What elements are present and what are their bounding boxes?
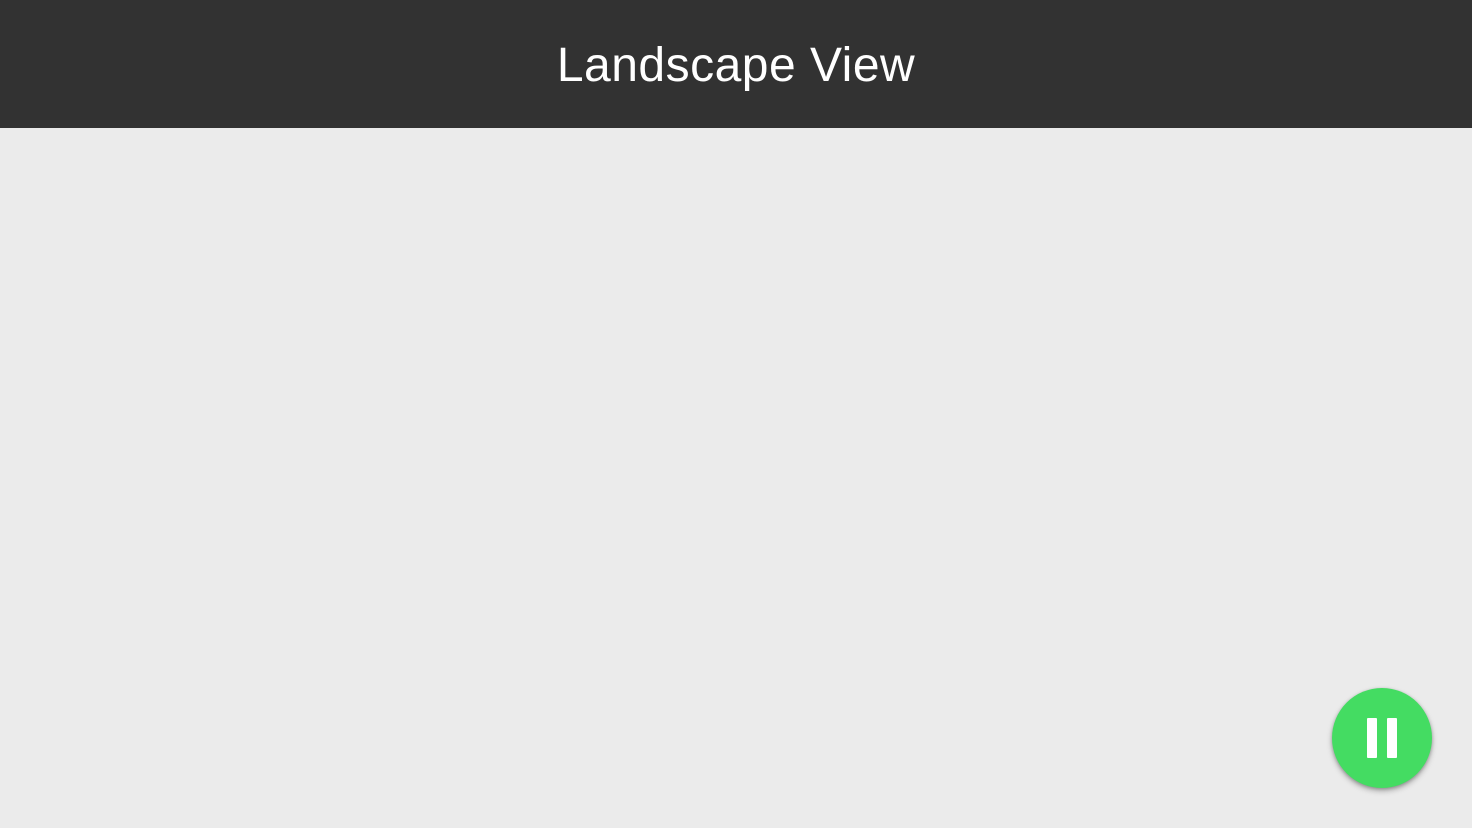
pause-icon bbox=[1367, 718, 1397, 758]
pause-icon-bar-right bbox=[1387, 718, 1397, 758]
app-window: Landscape View bbox=[0, 0, 1472, 828]
content-area bbox=[0, 128, 1472, 828]
page-title: Landscape View bbox=[556, 38, 916, 92]
pause-button[interactable] bbox=[1332, 688, 1432, 788]
pause-icon-bar-left bbox=[1367, 718, 1377, 758]
app-bar: Landscape View bbox=[0, 0, 1472, 128]
